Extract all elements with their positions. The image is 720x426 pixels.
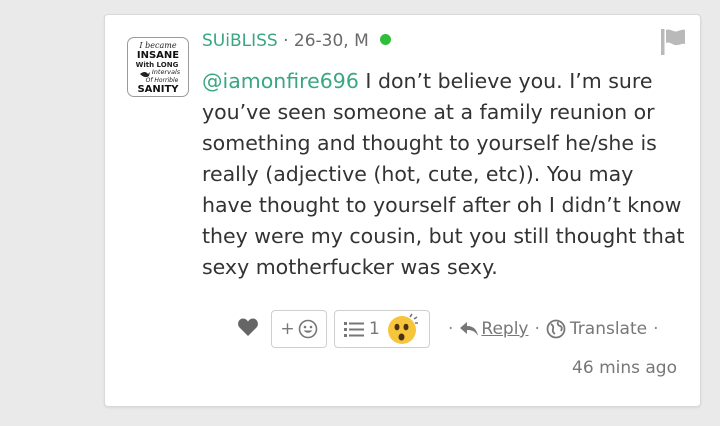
comment-meta: SUiBLISS · 26-30, M [202, 31, 392, 51]
add-reaction-label: + [280, 319, 295, 339]
reply-button[interactable]: Reply [459, 319, 529, 339]
shocked-emoji-icon [387, 313, 418, 344]
separator: · [653, 319, 659, 339]
translate-button[interactable]: Translate [546, 319, 647, 339]
avatar-line-4: Intervals [152, 68, 181, 76]
avatar-line-5: Of Horrible [146, 77, 179, 84]
comment-body: @iamonfire696 I don’t believe you. I’m s… [202, 66, 686, 283]
avatar-line-1: I became [138, 41, 176, 50]
reply-label: Reply [481, 319, 529, 339]
avatar-image: I became INSANE With LONG Intervals Of H… [136, 41, 181, 95]
separator: · [448, 319, 454, 339]
comment-actions: + 1 · Reply · Translate · [237, 310, 665, 348]
comment-text: I don’t believe you. I’m sure you’ve see… [202, 69, 685, 279]
age-gender: · 26-30, M [283, 31, 369, 51]
username-link[interactable]: SUiBLISS [202, 31, 278, 51]
reply-arrow-icon [460, 322, 479, 336]
avatar-line-6: SANITY [137, 84, 179, 95]
heart-icon [238, 318, 258, 336]
add-reaction-button[interactable]: + [271, 310, 327, 348]
comment-card: I became INSANE With LONG Intervals Of H… [104, 14, 701, 407]
flag-icon [661, 29, 685, 55]
translate-label: Translate [569, 319, 648, 339]
separator: · [534, 319, 540, 339]
avatar[interactable]: I became INSANE With LONG Intervals Of H… [127, 37, 189, 97]
globe-icon [546, 319, 566, 339]
list-icon [344, 322, 364, 337]
online-status-icon [380, 34, 392, 45]
reaction-count: 1 [369, 319, 380, 339]
avatar-line-2: INSANE [137, 50, 179, 61]
flag-button[interactable] [658, 27, 688, 61]
reactions-count-button[interactable]: 1 [334, 310, 430, 348]
like-button[interactable] [237, 317, 259, 342]
timestamp: 46 mins ago [572, 358, 677, 378]
smiley-icon [298, 319, 317, 339]
mention-link[interactable]: @iamonfire696 [202, 69, 359, 93]
